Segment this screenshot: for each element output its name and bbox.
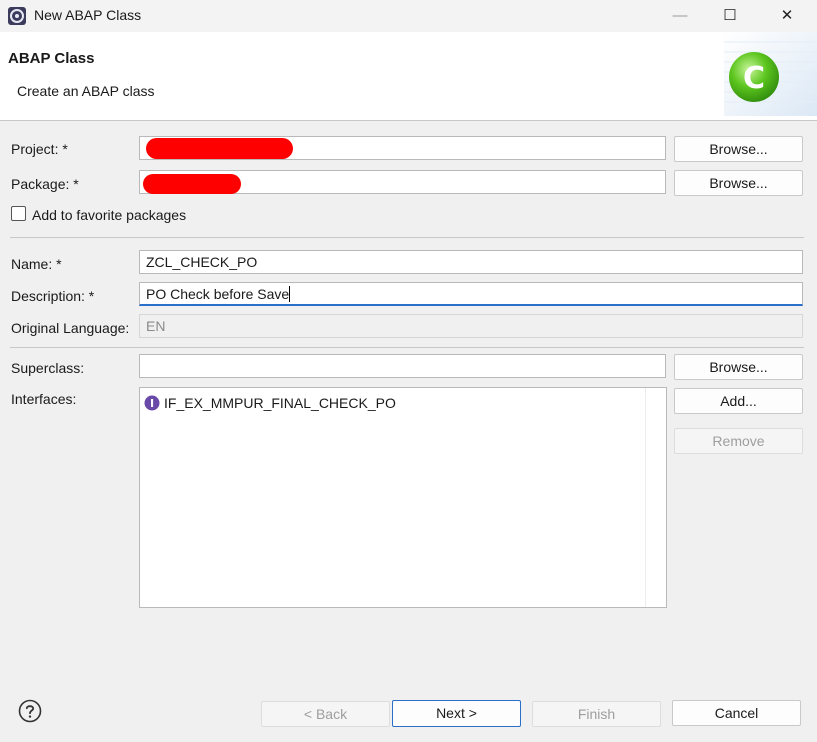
description-label: Description: * — [11, 288, 95, 304]
package-redaction — [143, 174, 241, 194]
list-item[interactable]: I IF_EX_MMPUR_FINAL_CHECK_PO — [144, 394, 396, 412]
window-title: New ABAP Class — [34, 7, 142, 23]
name-label: Name: * — [11, 256, 62, 272]
add-interface-button[interactable]: Add... — [674, 388, 803, 414]
close-button[interactable]: ✕ — [764, 0, 810, 32]
next-button[interactable]: Next > — [392, 700, 521, 727]
separator — [10, 347, 804, 348]
cancel-button[interactable]: Cancel — [672, 700, 801, 726]
text-caret — [289, 286, 291, 302]
eclipse-app-icon — [8, 7, 26, 25]
back-button[interactable]: < Back — [261, 701, 390, 727]
project-browse-button[interactable]: Browse... — [674, 136, 803, 162]
finish-button[interactable]: Finish — [532, 701, 661, 727]
favorite-packages-label[interactable]: Add to favorite packages — [32, 207, 186, 223]
page-subtitle: Create an ABAP class — [17, 83, 155, 99]
project-redaction — [146, 138, 293, 159]
description-value: PO Check before Save — [146, 286, 290, 302]
maximize-button[interactable]: ☐ — [707, 0, 753, 32]
original-language-label: Original Language: — [11, 320, 130, 336]
superclass-field[interactable] — [139, 354, 666, 378]
page-title: ABAP Class — [8, 50, 95, 67]
title-bar: New ABAP Class — ☐ ✕ — [0, 0, 817, 32]
abap-class-logo-icon: C — [724, 32, 817, 116]
project-label: Project: * — [11, 141, 68, 157]
superclass-browse-button[interactable]: Browse... — [674, 354, 803, 380]
svg-text:I: I — [150, 397, 154, 410]
favorite-packages-checkbox[interactable] — [11, 206, 26, 221]
interfaces-label: Interfaces: — [11, 391, 77, 407]
list-scrollbar[interactable] — [645, 388, 666, 607]
minimize-button[interactable]: — — [657, 0, 703, 32]
package-label: Package: * — [11, 176, 79, 192]
wizard-banner: ABAP Class Create an ABAP class C — [0, 32, 817, 121]
help-icon[interactable] — [18, 699, 42, 723]
interface-icon: I — [144, 395, 160, 411]
original-language-field: EN — [139, 314, 803, 338]
remove-interface-button[interactable]: Remove — [674, 428, 803, 454]
interfaces-list[interactable]: I IF_EX_MMPUR_FINAL_CHECK_PO — [139, 387, 667, 608]
description-field[interactable]: PO Check before Save — [139, 282, 803, 306]
package-browse-button[interactable]: Browse... — [674, 170, 803, 196]
interface-name: IF_EX_MMPUR_FINAL_CHECK_PO — [164, 395, 396, 411]
separator — [10, 237, 804, 238]
logo-letter: C — [743, 61, 765, 96]
name-field[interactable]: ZCL_CHECK_PO — [139, 250, 803, 274]
superclass-label: Superclass: — [11, 360, 85, 376]
